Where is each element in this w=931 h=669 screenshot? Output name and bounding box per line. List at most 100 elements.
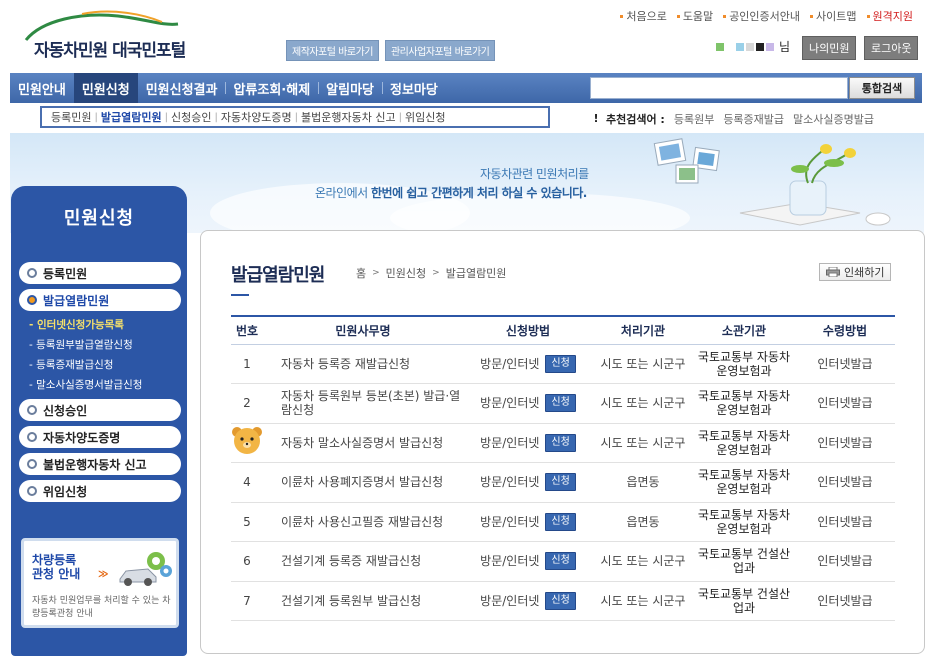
apply-method: 방문/인터넷 신청 — [463, 383, 593, 424]
circle-bullet-icon — [27, 486, 37, 496]
side-sub-reissue[interactable]: 등록증재발급신청 — [29, 355, 181, 375]
subnav-delegation[interactable]: 위임신청 — [402, 109, 448, 125]
sitemap-link[interactable]: 사이트맵 — [810, 8, 857, 24]
apply-method: 방문/인터넷 신청 — [463, 462, 593, 503]
row-number: 4 — [231, 462, 263, 503]
processing-agency: 시도 또는 시군구 — [593, 581, 693, 621]
car-gear-icon — [119, 552, 172, 586]
side-sub-register-book[interactable]: 등록원부발급열람신청 — [29, 335, 181, 355]
side-sub-deregistration[interactable]: 말소사실증명서발급신청 — [29, 375, 181, 395]
bullet-icon — [723, 14, 727, 18]
print-button[interactable]: 인쇄하기 — [819, 263, 892, 281]
side-item-delegation[interactable]: 위임신청 — [19, 480, 181, 502]
side-item-illegal-report[interactable]: 불법운행자동차 신고 — [19, 453, 181, 475]
subnav-issuance[interactable]: 발급열람민원 — [98, 109, 165, 125]
site-header: 자동차민원 대국민포털 제작자포털 바로가기 관리사업자포털 바로가기 처음으로… — [0, 0, 931, 70]
responsible-agency: 국토교통부 건설산업과 — [693, 541, 795, 582]
receipt-method: 인터넷발급 — [795, 502, 895, 542]
circle-bullet-icon — [27, 459, 37, 469]
receipt-method: 인터넷발급 — [795, 423, 895, 463]
table-row: 4 이륜차 사용폐지증명서 발급신청 방문/인터넷 신청 읍면동 국토교통부 자동… — [231, 462, 895, 503]
column-header: 수령방법 — [795, 315, 895, 345]
bullet-icon — [866, 14, 870, 18]
apply-button[interactable]: 신청 — [545, 433, 576, 452]
service-name: 자동차 말소사실증명서 발급신청 — [263, 423, 463, 463]
apply-method: 방문/인터넷 신청 — [463, 423, 593, 463]
apply-button[interactable]: 신청 — [545, 394, 576, 413]
nav-seizure[interactable]: 압류조회·해제 — [225, 73, 318, 103]
processing-agency: 읍면동 — [593, 502, 693, 542]
photo-frames-icon — [653, 138, 720, 184]
banner-text-line1: 자동차관련 민원처리를 — [480, 167, 589, 181]
bear-mascot-icon — [232, 427, 262, 454]
side-item-approval[interactable]: 신청승인 — [19, 399, 181, 421]
maker-portal-button[interactable]: 제작자포털 바로가기 — [286, 40, 379, 61]
help-link[interactable]: 도움말 — [676, 8, 713, 24]
subnav-transfer[interactable]: 자동차양도증명 — [218, 109, 295, 125]
service-name: 건설기계 등록증 재발급신청 — [263, 541, 463, 582]
double-arrow-icon: ≫ — [98, 569, 109, 580]
apply-button[interactable]: 신청 — [545, 591, 576, 610]
certificate-guide-link[interactable]: 공인인증서안내 — [723, 8, 800, 24]
receipt-method: 인터넷발급 — [795, 344, 895, 384]
recommend-link[interactable]: 등록증재발급 — [723, 111, 784, 127]
sub-navigation: 등록민원 | 발급열람민원 | 신청승인 | 자동차양도증명 | 불법운행자동차… — [40, 106, 550, 128]
side-item-transfer[interactable]: 자동차양도증명 — [19, 426, 181, 448]
nav-guide[interactable]: 민원안내 — [10, 73, 74, 103]
side-sub-online-list[interactable]: 인터넷신청가능목록 — [29, 315, 181, 335]
apply-button[interactable]: 신청 — [545, 473, 576, 492]
subnav-registration[interactable]: 등록민원 — [48, 109, 94, 125]
table-header-row: 번호 민원사무명 신청방법 처리기관 소관기관 수령방법 — [231, 315, 895, 345]
subnav-approval[interactable]: 신청승인 — [168, 109, 214, 125]
chevron-right-icon: > — [432, 268, 440, 278]
processing-agency: 시도 또는 시군구 — [593, 423, 693, 463]
table-row: 2 자동차 등록원부 등본(초본) 발급·열람신청 방문/인터넷 신청 시도 또는… — [231, 383, 895, 424]
side-item-issuance[interactable]: 발급열람민원 — [19, 289, 181, 311]
breadcrumb-home[interactable]: 홈 — [356, 265, 366, 281]
apply-button[interactable]: 신청 — [545, 512, 576, 531]
civil-service-table: 번호 민원사무명 신청방법 처리기관 소관기관 수령방법 1 자동차 등록증 재… — [231, 315, 895, 621]
apply-method: 방문/인터넷 신청 — [463, 502, 593, 542]
nav-notice[interactable]: 알림마당 — [318, 73, 382, 103]
nav-apply[interactable]: 민원신청 — [73, 73, 138, 103]
site-logo[interactable]: 자동차민원 대국민포털 — [22, 10, 202, 61]
remote-support-link[interactable]: 원격지원 — [866, 8, 913, 24]
column-header: 번호 — [231, 315, 263, 345]
recommend-link[interactable]: 등록원부 — [674, 111, 714, 127]
nav-result[interactable]: 민원신청결과 — [138, 73, 226, 103]
exclamation-icon: ! — [593, 112, 599, 125]
nav-info[interactable]: 정보마당 — [382, 73, 446, 103]
responsible-agency: 국토교통부 자동차운영보험과 — [693, 462, 795, 503]
logout-button[interactable]: 로그아웃 — [864, 36, 919, 60]
flower-vase-icon — [739, 144, 891, 226]
subnav-illegal-report[interactable]: 불법운행자동차 신고 — [298, 109, 399, 125]
row-number: 6 — [231, 541, 263, 582]
row-number: 7 — [231, 581, 263, 621]
side-item-registration[interactable]: 등록민원 — [19, 262, 181, 284]
apply-button[interactable]: 신청 — [545, 552, 576, 571]
breadcrumb-apply[interactable]: 민원신청 — [386, 265, 426, 281]
search-button[interactable]: 통합검색 — [849, 77, 915, 99]
receipt-method: 인터넷발급 — [795, 541, 895, 582]
breadcrumb-current: 발급열람민원 — [445, 267, 507, 280]
my-civil-button[interactable]: 나의민원 — [802, 36, 857, 60]
search-input[interactable] — [590, 77, 848, 99]
apply-method: 방문/인터넷 신청 — [463, 344, 593, 384]
side-menu: 등록민원 발급열람민원 인터넷신청가능목록 등록원부발급열람신청 등록증재발급신… — [19, 262, 181, 507]
business-portal-button[interactable]: 관리사업자포털 바로가기 — [384, 40, 496, 61]
apply-button[interactable]: 신청 — [545, 354, 576, 373]
logo-text: 자동차민원 대국민포털 — [34, 41, 186, 61]
side-title: 민원신청 — [63, 208, 135, 229]
recommended-keywords: ! 추천검색어 : 등록원부 등록증재발급 말소사실증명발급 — [590, 111, 874, 127]
table-row: 7 건설기계 등록원부 발급신청 방문/인터넷 신청 시도 또는 시군구 국토교통… — [231, 581, 895, 621]
portal-shortcuts: 제작자포털 바로가기 관리사업자포털 바로가기 — [286, 40, 496, 61]
bullet-icon — [810, 14, 814, 18]
circle-bullet-icon — [27, 432, 37, 442]
home-link[interactable]: 처음으로 — [620, 8, 667, 24]
registration-office-guide[interactable]: 차량등록 관청 안내 ≫ 자동차 민원업무를 처리할 수 있는 차량등록관청 안… — [21, 538, 179, 628]
masked-name-block — [716, 42, 724, 51]
main-content: 발급열람민원 홈 > 민원신청 > 발급열람민원 인쇄하기 번호 민원사무명 신… — [200, 230, 925, 654]
column-header: 민원사무명 — [263, 315, 463, 345]
recommend-link[interactable]: 말소사실증명발급 — [793, 111, 874, 127]
masked-name-block — [766, 42, 774, 51]
